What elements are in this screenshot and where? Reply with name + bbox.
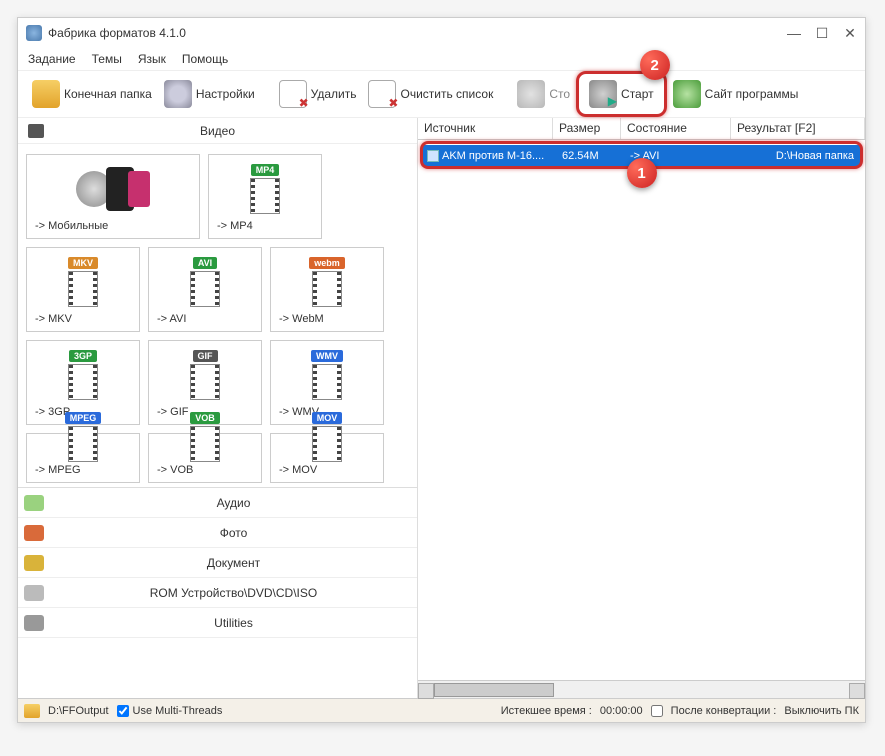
toolbar: Конечная папка Настройки Удалить Очистит…: [18, 70, 865, 118]
category-label: Фото: [50, 526, 417, 540]
minimize-button[interactable]: —: [787, 25, 801, 42]
category-label: Utilities: [50, 616, 417, 630]
status-bar: D:\FFOutput Use Multi-Threads Истекшее в…: [18, 698, 865, 722]
category-icon: [24, 525, 44, 541]
video-file-icon: [427, 150, 439, 162]
category-header-video[interactable]: Видео: [18, 118, 417, 144]
category-label: Документ: [50, 556, 417, 570]
format-tile[interactable]: -> Мобильные: [26, 154, 200, 239]
output-path[interactable]: D:\FFOutput: [48, 705, 109, 717]
menu-language[interactable]: Язык: [138, 52, 166, 66]
task-columns: Источник Размер Состояние Результат [F2]: [418, 118, 865, 140]
category-list: Аудио Фото Документ ROM Устройство\DVD\CD\I…: [18, 487, 417, 638]
globe-icon: [673, 80, 701, 108]
category-row[interactable]: Аудио: [18, 488, 417, 518]
tile-label: -> WebM: [275, 311, 328, 327]
tile-label: -> MKV: [31, 311, 76, 327]
gear-icon: [164, 80, 192, 108]
after-value: Выключить ПК: [784, 705, 859, 717]
menu-themes[interactable]: Темы: [92, 52, 122, 66]
menu-task[interactable]: Задание: [28, 52, 76, 66]
tile-label: -> MP4: [213, 218, 257, 234]
clear-list-button[interactable]: Очистить список: [362, 76, 499, 112]
output-folder-button[interactable]: Конечная папка: [26, 76, 158, 112]
output-folder-icon[interactable]: [24, 704, 40, 718]
after-convert-checkbox[interactable]: [651, 705, 663, 717]
category-row[interactable]: ROM Устройство\DVD\CD\ISO: [18, 578, 417, 608]
format-tile[interactable]: VOB-> VOB: [148, 433, 262, 483]
format-tile[interactable]: webm-> WebM: [270, 247, 384, 332]
tile-label: -> VOB: [153, 462, 197, 478]
category-icon: [24, 555, 44, 571]
clear-icon: [368, 80, 396, 108]
category-row[interactable]: Документ: [18, 548, 417, 578]
website-button[interactable]: Сайт программы: [667, 76, 805, 112]
category-icon: [24, 495, 44, 511]
menu-help[interactable]: Помощь: [182, 52, 228, 66]
category-icon: [24, 615, 44, 631]
format-tile[interactable]: MP4-> MP4: [208, 154, 322, 239]
right-panel: Источник Размер Состояние Результат [F2]…: [418, 118, 865, 698]
title-bar: Фабрика форматов 4.1.0 — ☐ ✕: [18, 18, 865, 48]
category-row[interactable]: Фото: [18, 518, 417, 548]
col-result[interactable]: Результат [F2]: [731, 118, 865, 139]
menu-bar: Задание Темы Язык Помощь: [18, 48, 865, 70]
delete-icon: [279, 80, 307, 108]
elapsed-label: Истекшее время :: [501, 705, 592, 717]
elapsed-value: 00:00:00: [600, 705, 643, 717]
app-icon: [26, 25, 42, 41]
category-label: Аудио: [50, 496, 417, 510]
close-button[interactable]: ✕: [843, 25, 857, 42]
settings-button[interactable]: Настройки: [158, 76, 261, 112]
category-label: ROM Устройство\DVD\CD\ISO: [50, 586, 417, 600]
tile-label: -> GIF: [153, 404, 192, 420]
category-row[interactable]: Utilities: [18, 608, 417, 638]
tile-label: -> MOV: [275, 462, 321, 478]
col-source[interactable]: Источник: [418, 118, 553, 139]
folder-icon: [32, 80, 60, 108]
col-state[interactable]: Состояние: [621, 118, 731, 139]
format-tile[interactable]: MOV-> MOV: [270, 433, 384, 483]
stop-button[interactable]: Сто: [511, 76, 576, 112]
tile-label: -> MPEG: [31, 462, 85, 478]
app-window: Фабрика форматов 4.1.0 — ☐ ✕ Задание Тем…: [17, 17, 866, 723]
horizontal-scrollbar[interactable]: [418, 680, 865, 698]
col-size[interactable]: Размер: [553, 118, 621, 139]
video-camera-icon: [28, 124, 44, 138]
format-grid: -> Мобильные MP4-> MP4 MKV-> MKVAVI-> AVIw…: [18, 144, 417, 487]
callout-badge-1: 1: [627, 158, 657, 188]
stop-icon: [517, 80, 545, 108]
multithreads-checkbox[interactable]: Use Multi-Threads: [117, 705, 223, 717]
format-tile[interactable]: MPEG-> MPEG: [26, 433, 140, 483]
window-title: Фабрика форматов 4.1.0: [48, 26, 186, 40]
start-icon: [589, 80, 617, 108]
tile-label: -> AVI: [153, 311, 190, 327]
start-button[interactable]: Старт: [583, 76, 660, 112]
format-tile[interactable]: AVI-> AVI: [148, 247, 262, 332]
callout-badge-2: 2: [640, 50, 670, 80]
category-icon: [24, 585, 44, 601]
left-panel: Видео -> Мобильные MP4-> MP4 MKV-> MKVAVI-…: [18, 118, 418, 698]
maximize-button[interactable]: ☐: [815, 25, 829, 42]
format-tile[interactable]: MKV-> MKV: [26, 247, 140, 332]
delete-button[interactable]: Удалить: [273, 76, 363, 112]
tile-label: -> Мобильные: [31, 218, 112, 234]
after-label: После конвертации :: [671, 705, 777, 717]
